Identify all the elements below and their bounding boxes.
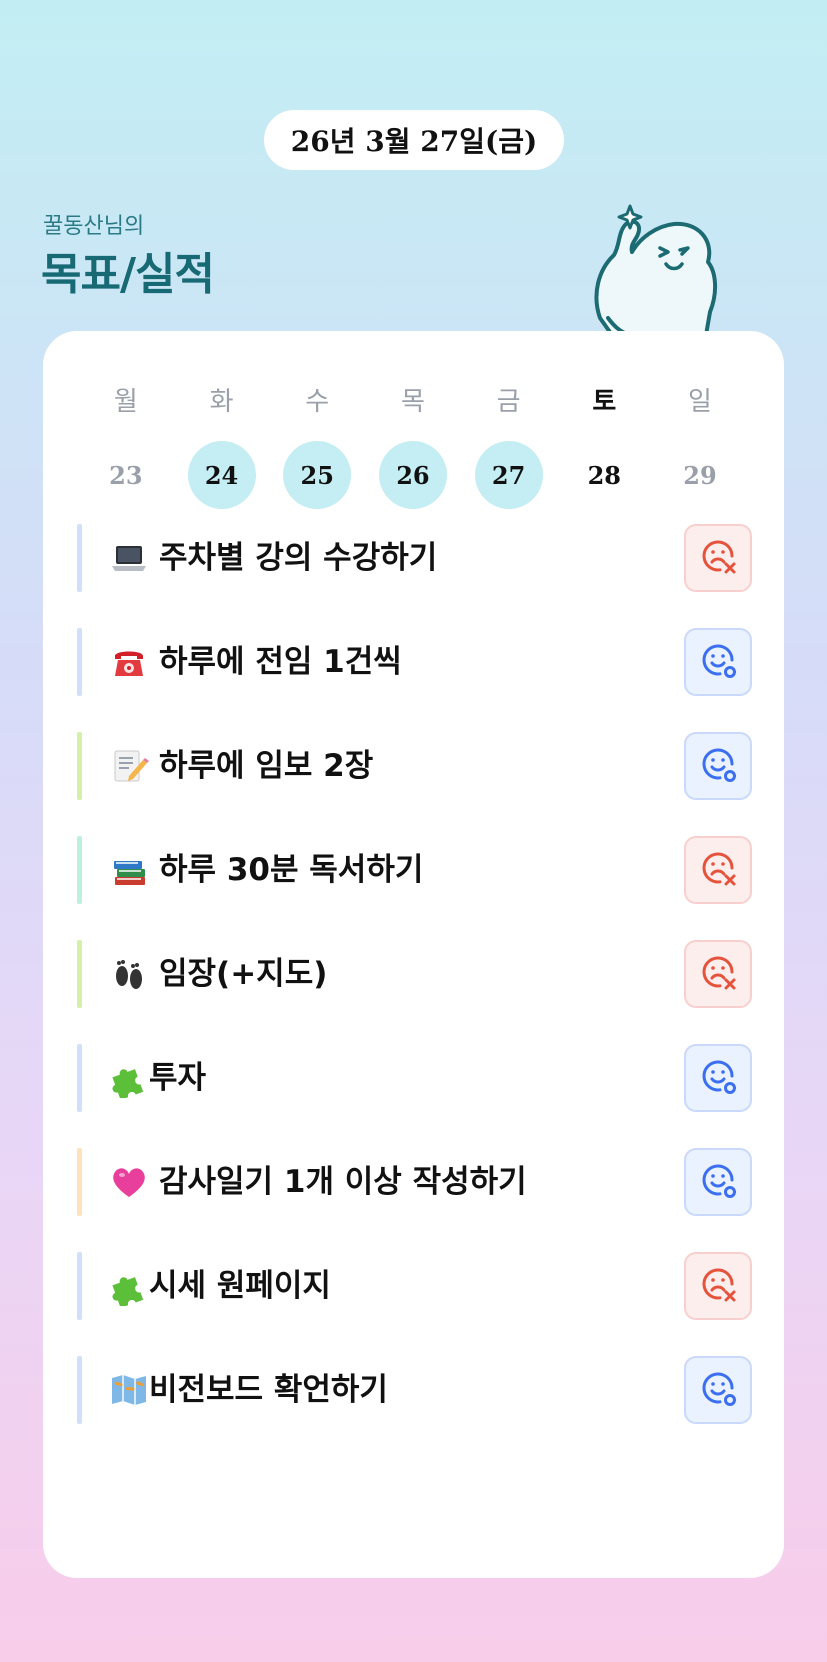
goal-color-bar <box>77 1044 82 1112</box>
goal-color-bar <box>77 1252 82 1320</box>
goal-label: 하루 30분 독서하기 <box>159 852 424 888</box>
status-fail-button[interactable] <box>684 524 752 592</box>
goal-color-bar <box>77 1356 82 1424</box>
date-number: 25 <box>283 441 352 509</box>
smile-face-icon <box>696 742 740 790</box>
status-success-button[interactable] <box>684 1356 752 1424</box>
date-number: 28 <box>587 460 621 490</box>
goal-item[interactable]: 주차별 강의 수강하기 <box>77 524 757 592</box>
goal-item[interactable]: 투자 <box>77 1044 757 1112</box>
date-number: 26 <box>378 441 447 509</box>
status-fail-button[interactable] <box>684 836 752 904</box>
dow-sun: 일 <box>688 386 712 417</box>
books-icon <box>109 850 149 890</box>
date-number: 27 <box>474 441 543 509</box>
status-fail-button[interactable] <box>684 940 752 1008</box>
footprints-icon <box>109 954 149 994</box>
dow-fri: 금 <box>496 386 521 417</box>
goal-color-bar <box>77 836 82 904</box>
puzzle-icon <box>109 1266 149 1308</box>
goal-label: 하루에 임보 2장 <box>159 748 374 784</box>
date-number: 24 <box>187 441 256 509</box>
goal-label: 주차별 강의 수강하기 <box>159 540 438 576</box>
date-cell[interactable]: 29 <box>652 441 748 509</box>
smile-face-icon <box>696 1366 740 1414</box>
goal-item[interactable]: 하루 30분 독서하기 <box>77 836 757 904</box>
frown-face-icon <box>696 534 740 582</box>
status-success-button[interactable] <box>684 628 752 696</box>
goal-label: 임장(+지도) <box>159 956 328 992</box>
date-cell[interactable]: 28 <box>556 441 652 509</box>
date-label: 26년 3월 27일(금) <box>290 125 538 158</box>
dow-sat: 토 <box>592 386 617 417</box>
date-cell[interactable]: 27 <box>461 441 557 509</box>
dow-wed: 수 <box>305 386 330 417</box>
smile-face-icon <box>696 638 740 686</box>
date-cell[interactable]: 23 <box>78 441 174 509</box>
smile-face-icon <box>696 1054 740 1102</box>
map-icon <box>109 1370 149 1410</box>
goal-item[interactable]: 시세 원페이지 <box>77 1252 757 1320</box>
goal-color-bar <box>77 524 82 592</box>
status-success-button[interactable] <box>684 1044 752 1112</box>
laptop-icon <box>109 538 149 578</box>
owner-label: 꿀동산님의 <box>43 214 145 239</box>
date-row: 23 24 25 26 27 28 29 <box>78 441 748 509</box>
goal-item[interactable]: 비전보드 확언하기 <box>77 1356 757 1424</box>
date-cell[interactable]: 24 <box>174 441 270 509</box>
frown-face-icon <box>696 950 740 998</box>
goal-label: 하루에 전임 1건씩 <box>159 644 402 680</box>
status-fail-button[interactable] <box>684 1252 752 1320</box>
goal-item[interactable]: 감사일기 1개 이상 작성하기 <box>77 1148 757 1216</box>
goal-color-bar <box>77 732 82 800</box>
puzzle-icon <box>109 1058 149 1100</box>
frown-face-icon <box>696 1262 740 1310</box>
goal-color-bar <box>77 628 82 696</box>
goal-label: 투자 <box>149 1060 207 1096</box>
goal-item[interactable]: 임장(+지도) <box>77 940 757 1008</box>
date-cell[interactable]: 26 <box>365 441 461 509</box>
date-number: 29 <box>683 460 717 490</box>
page-title: 목표/실적 <box>41 249 215 300</box>
frown-face-icon <box>696 846 740 894</box>
smile-face-icon <box>696 1158 740 1206</box>
goal-item[interactable]: 하루에 전임 1건씩 <box>77 628 757 696</box>
goals-card: 월 화 수 목 금 토 일 23 24 25 26 27 28 29 주차별 강… <box>43 331 784 1578</box>
dow-mon: 월 <box>113 386 138 417</box>
goal-label: 비전보드 확언하기 <box>149 1372 388 1408</box>
dow-thu: 목 <box>400 386 425 417</box>
mascot-illustration <box>594 204 717 335</box>
date-number: 23 <box>109 460 143 490</box>
goal-color-bar <box>77 940 82 1008</box>
heart-icon <box>109 1162 149 1202</box>
status-success-button[interactable] <box>684 732 752 800</box>
goal-label: 감사일기 1개 이상 작성하기 <box>159 1164 527 1200</box>
memo-icon <box>109 746 149 786</box>
date-cell[interactable]: 25 <box>269 441 365 509</box>
dow-tue: 화 <box>209 386 234 417</box>
goal-item[interactable]: 하루에 임보 2장 <box>77 732 757 800</box>
goal-color-bar <box>77 1148 82 1216</box>
status-success-button[interactable] <box>684 1148 752 1216</box>
day-of-week-row: 월 화 수 목 금 토 일 <box>78 379 748 419</box>
date-pill[interactable]: 26년 3월 27일(금) <box>264 110 564 170</box>
telephone-icon <box>109 642 149 682</box>
goal-label: 시세 원페이지 <box>149 1268 331 1304</box>
